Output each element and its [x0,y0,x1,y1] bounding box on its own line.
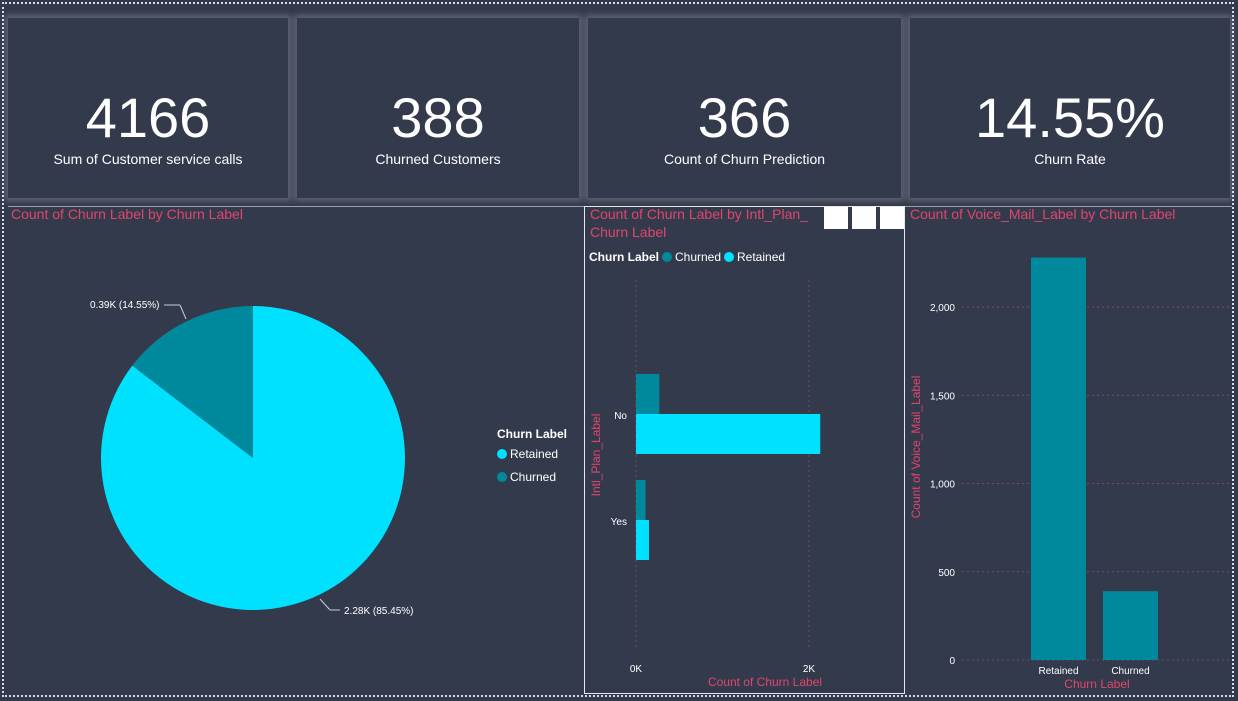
y-axis-title: Intl_Plan_Label [589,414,603,497]
bar-legend-title: Churn Label [589,250,659,264]
kpi-card-service-calls[interactable]: 4166 Sum of Customer service calls [8,18,288,198]
y-tick-label: 2,000 [930,303,955,314]
kpi-value: 4166 [85,86,211,149]
intl-plan-chart-title-line2: Churn Label [590,224,667,240]
visual-header-icon[interactable] [852,207,876,229]
intl-plan-chart-title-line1: Count of Churn Label by Intl_Plan_ [590,206,808,222]
bar-yes-churned[interactable] [636,480,646,520]
legend-dot-retained [724,252,734,262]
category-label: No [614,411,627,422]
bar-no-retained[interactable] [636,414,821,454]
category-label: Retained [1038,666,1078,677]
y-tick-label: 0 [949,656,955,667]
bar-yes-retained[interactable] [636,520,649,560]
x-tick-label: 0K [630,664,643,675]
kpi-label: Churn Rate [1034,151,1106,167]
category-label: Churned [1111,666,1149,677]
kpi-value: 388 [391,86,485,149]
pie-chart[interactable]: 0.39K (14.55%) 2.28K (85.45%) Churn Labe… [0,225,585,695]
x-tick-label: 2K [803,664,816,675]
kpi-card-churned-customers[interactable]: 388 Churned Customers [297,18,579,198]
bar-retained[interactable] [1031,257,1086,660]
legend-dot-retained [497,449,507,459]
legend-label-churned[interactable]: Churned [510,470,556,484]
x-axis-title: Count of Churn Label [708,675,822,689]
visual-header-icon[interactable] [880,207,904,229]
y-tick-label: 500 [938,568,955,579]
kpi-value: 14.55% [975,86,1165,149]
y-tick-label: 1,500 [930,391,955,402]
kpi-value: 366 [697,86,792,149]
kpi-label: Count of Churn Prediction [663,151,826,167]
legend-label-retained[interactable]: Retained [510,447,558,461]
kpi-label: Sum of Customer service calls [53,151,243,167]
pie-chart-title: Count of Churn Label by Churn Label [11,206,243,222]
visual-header-icon[interactable] [824,207,848,229]
pie-legend-title: Churn Label [497,427,567,441]
x-axis-title: Churn Label [1064,677,1129,691]
pie-label-leader [319,598,331,611]
kpi-card-churn-prediction[interactable]: 366 Count of Churn Prediction [588,18,901,198]
pie-data-label-retained: 2.28K (85.45%) [344,606,414,617]
category-label: Yes [611,517,627,528]
legend-dot-churned [497,472,507,482]
pie-label-leader [179,304,187,320]
bar-churned[interactable] [1103,591,1158,660]
legend-label-retained[interactable]: Retained [737,250,785,264]
intl-plan-bar-chart[interactable]: Churn Label Churned Retained NoYes 0K 2K … [585,245,903,693]
voice-mail-bar-chart[interactable]: 0 500 1,000 1,500 2,000 Retained Churned Chur… [905,225,1233,693]
bar-no-churned[interactable] [636,374,660,414]
kpi-card-churn-rate[interactable]: 14.55% Churn Rate [910,18,1230,198]
legend-dot-churned [662,252,672,262]
voice-mail-chart-title: Count of Voice_Mail_Label by Churn Label [910,206,1176,222]
pie-data-label-churned: 0.39K (14.55%) [90,300,160,311]
y-tick-label: 1,000 [930,480,955,491]
legend-label-churned[interactable]: Churned [675,250,721,264]
kpi-label: Churned Customers [375,151,501,167]
y-axis-title: Count of Voice_Mail_Label [909,376,923,519]
